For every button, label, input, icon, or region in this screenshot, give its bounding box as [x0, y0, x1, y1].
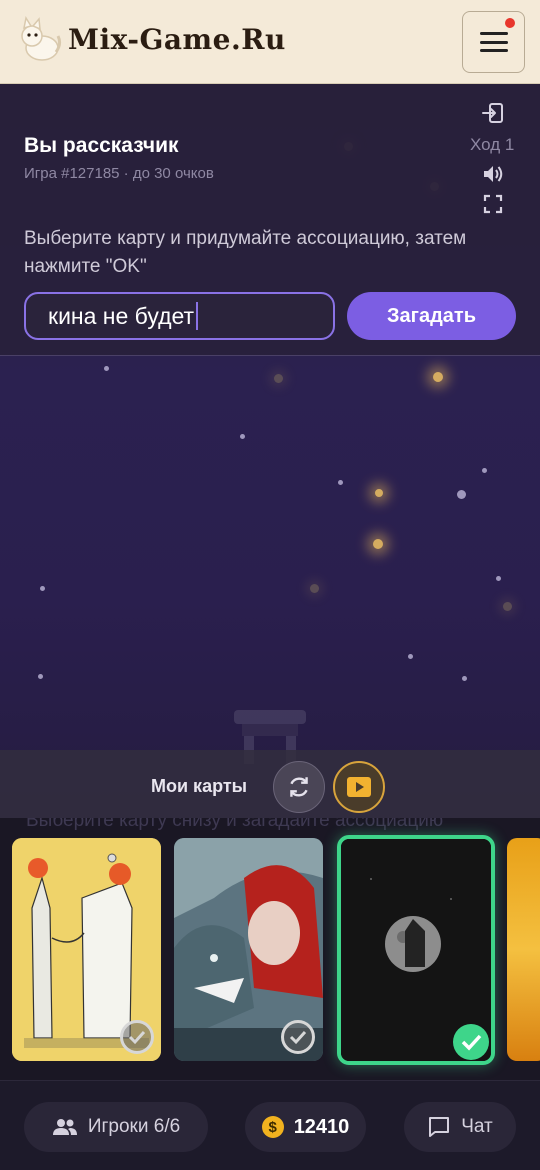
guess-button[interactable]: Загадать [347, 292, 516, 340]
chat-button[interactable]: Чат [404, 1102, 516, 1152]
video-play-icon [347, 777, 371, 797]
sparkle [274, 374, 283, 383]
sparkle [482, 468, 487, 473]
association-value: кина не будет [48, 302, 195, 329]
turn-label: Ход 1 [470, 135, 515, 154]
game-board: Вы рассказчик Игра #127185 · до 30 очков… [0, 84, 540, 819]
sparkle [104, 366, 109, 371]
site-logo[interactable]: Mix-Game.Ru [18, 14, 286, 64]
fullscreen-icon[interactable] [483, 194, 503, 214]
refresh-cards-button[interactable] [273, 761, 325, 813]
sparkle [338, 480, 343, 485]
logo-text: Mix-Game.Ru [68, 22, 286, 56]
instruction-text: Выберите карту и придумайте ассоциацию, … [24, 228, 467, 277]
storyteller-panel: Вы рассказчик Игра #127185 · до 30 очков… [0, 84, 540, 356]
coins-display[interactable]: $ 12410 [245, 1102, 366, 1152]
bottom-bar: Игроки 6/6 $ 12410 Чат [0, 1080, 540, 1170]
players-button[interactable]: Игроки 6/6 [24, 1102, 208, 1152]
text-caret [196, 302, 199, 330]
sparkle [38, 674, 43, 679]
exit-icon[interactable] [481, 101, 505, 125]
card-yellow-partial[interactable] [507, 838, 540, 1061]
card-check-badge [281, 1020, 315, 1054]
players-label: Игроки 6/6 [87, 1116, 181, 1137]
sparkle [457, 490, 466, 499]
card-red-riding-hood[interactable] [174, 838, 323, 1061]
coins-value: 12410 [293, 1115, 350, 1138]
association-input[interactable]: кина не будет [24, 292, 335, 340]
hamburger-icon [479, 32, 508, 52]
sparkle [375, 489, 383, 497]
notification-dot [505, 18, 515, 28]
sparkle [503, 602, 512, 611]
site-header: Mix-Game.Ru [0, 0, 540, 84]
refresh-icon [290, 777, 308, 797]
coin-icon: $ [261, 1116, 284, 1138]
hand-bar [0, 750, 540, 819]
card-selected-check [453, 1024, 489, 1060]
role-title: Вы рассказчик [24, 134, 179, 157]
game-subtitle: Игра #127185 · до 30 очков [24, 165, 214, 182]
sparkle [40, 586, 45, 591]
sparkle [462, 676, 467, 681]
hand-cards: Выберите карту снизу и загадайте ассоциа… [0, 818, 540, 1080]
card-doctors[interactable] [12, 838, 161, 1061]
card-moon[interactable] [337, 835, 495, 1065]
cat-logo-icon [21, 16, 62, 61]
chat-label: Чат [461, 1116, 493, 1137]
speaker-icon[interactable] [481, 162, 505, 186]
hand-label: Мои карты [151, 776, 248, 796]
users-icon [52, 1119, 77, 1135]
sparkle [373, 539, 383, 549]
sparkle [408, 654, 413, 659]
sparkle [240, 434, 245, 439]
ghost-hint: Выберите карту снизу и загадайте ассоциа… [26, 818, 444, 831]
watch-video-button[interactable] [333, 761, 385, 813]
menu-button[interactable] [462, 11, 525, 73]
sparkle [433, 372, 443, 382]
chat-icon [429, 1117, 450, 1137]
sparkle [496, 576, 501, 581]
card-check-badge [120, 1020, 154, 1054]
sparkle [310, 584, 319, 593]
